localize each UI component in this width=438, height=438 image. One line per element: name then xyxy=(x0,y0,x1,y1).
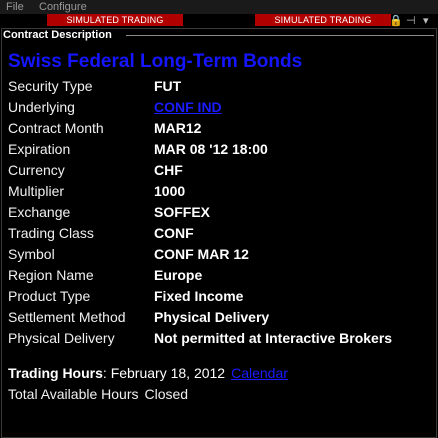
field-label: Security Type xyxy=(8,78,93,94)
pin-icon[interactable]: ⊣ xyxy=(406,15,416,27)
field-value: MAR 08 '12 18:00 xyxy=(154,141,268,157)
header-divider xyxy=(126,35,434,36)
field-value: SOFFEX xyxy=(154,204,211,220)
field-value: Fixed Income xyxy=(154,288,244,304)
trading-hours-date: February 18, 2012 xyxy=(110,365,226,381)
field-row-trading-class: Trading Class CONF xyxy=(0,224,438,245)
field-label: Symbol xyxy=(8,246,55,262)
field-row-exchange: Exchange SOFFEX xyxy=(0,203,438,224)
field-row-currency: Currency CHF xyxy=(0,161,438,182)
field-row-region-name: Region Name Europe xyxy=(0,266,438,287)
menu-file[interactable]: File xyxy=(6,0,24,14)
field-label: Currency xyxy=(8,162,65,178)
field-label: Product Type xyxy=(8,288,91,304)
contract-title: Swiss Federal Long-Term Bonds xyxy=(8,51,303,72)
field-label: Contract Month xyxy=(8,120,104,136)
field-value: MAR12 xyxy=(154,120,202,136)
field-label: Region Name xyxy=(8,267,94,283)
field-row-settlement-method: Settlement Method Physical Delivery xyxy=(0,308,438,329)
available-hours-line: Total Available Hours Closed xyxy=(8,385,188,403)
field-label: Multiplier xyxy=(8,183,65,199)
field-label: Expiration xyxy=(8,141,71,157)
field-row-multiplier: Multiplier 1000 xyxy=(0,182,438,203)
field-value: Physical Delivery xyxy=(154,309,270,325)
available-hours-value: Closed xyxy=(144,386,189,402)
field-label: Underlying xyxy=(8,99,75,115)
field-row-physical-delivery: Physical Delivery Not permitted at Inter… xyxy=(0,329,438,350)
field-value: CONF xyxy=(154,225,194,241)
field-row-contract-month: Contract Month MAR12 xyxy=(0,119,438,140)
field-row-product-type: Product Type Fixed Income xyxy=(0,287,438,308)
field-label: Physical Delivery xyxy=(8,330,115,346)
field-row-symbol: Symbol CONF MAR 12 xyxy=(0,245,438,266)
lock-icon[interactable]: 🔒 xyxy=(389,15,403,27)
field-value: CONF MAR 12 xyxy=(154,246,249,262)
trading-hours-colon: : xyxy=(102,365,111,381)
simulated-trading-bar: SIMULATED TRADING SIMULATED TRADING 🔒 ⊣ … xyxy=(0,14,438,28)
field-value: FUT xyxy=(154,78,182,94)
field-value: CHF xyxy=(154,162,183,178)
available-hours-label: Total Available Hours xyxy=(8,386,139,402)
underlying-link[interactable]: CONF IND xyxy=(154,98,222,116)
menu-bar: File Configure xyxy=(0,0,438,14)
field-row-underlying: Underlying CONF IND xyxy=(0,98,438,119)
field-value: 1000 xyxy=(154,183,186,199)
chevron-down-icon[interactable]: ▾ xyxy=(423,15,429,27)
trading-hours-label: Trading Hours xyxy=(8,365,103,381)
field-value: Europe xyxy=(154,267,203,283)
field-label: Exchange xyxy=(8,204,71,220)
trading-hours-line: Trading Hours: February 18, 2012 Calendar xyxy=(8,364,288,382)
calendar-link[interactable]: Calendar xyxy=(231,365,288,381)
simulated-trading-banner-right: SIMULATED TRADING xyxy=(255,14,391,26)
field-value: Not permitted at Interactive Brokers xyxy=(154,330,393,346)
field-label: Settlement Method xyxy=(8,309,126,325)
field-label: Trading Class xyxy=(8,225,94,241)
field-row-security-type: Security Type FUT xyxy=(0,77,438,98)
simulated-trading-banner-left: SIMULATED TRADING xyxy=(47,14,183,26)
menu-configure[interactable]: Configure xyxy=(39,0,87,14)
section-header: Contract Description xyxy=(3,29,112,41)
field-row-expiration: Expiration MAR 08 '12 18:00 xyxy=(0,140,438,161)
